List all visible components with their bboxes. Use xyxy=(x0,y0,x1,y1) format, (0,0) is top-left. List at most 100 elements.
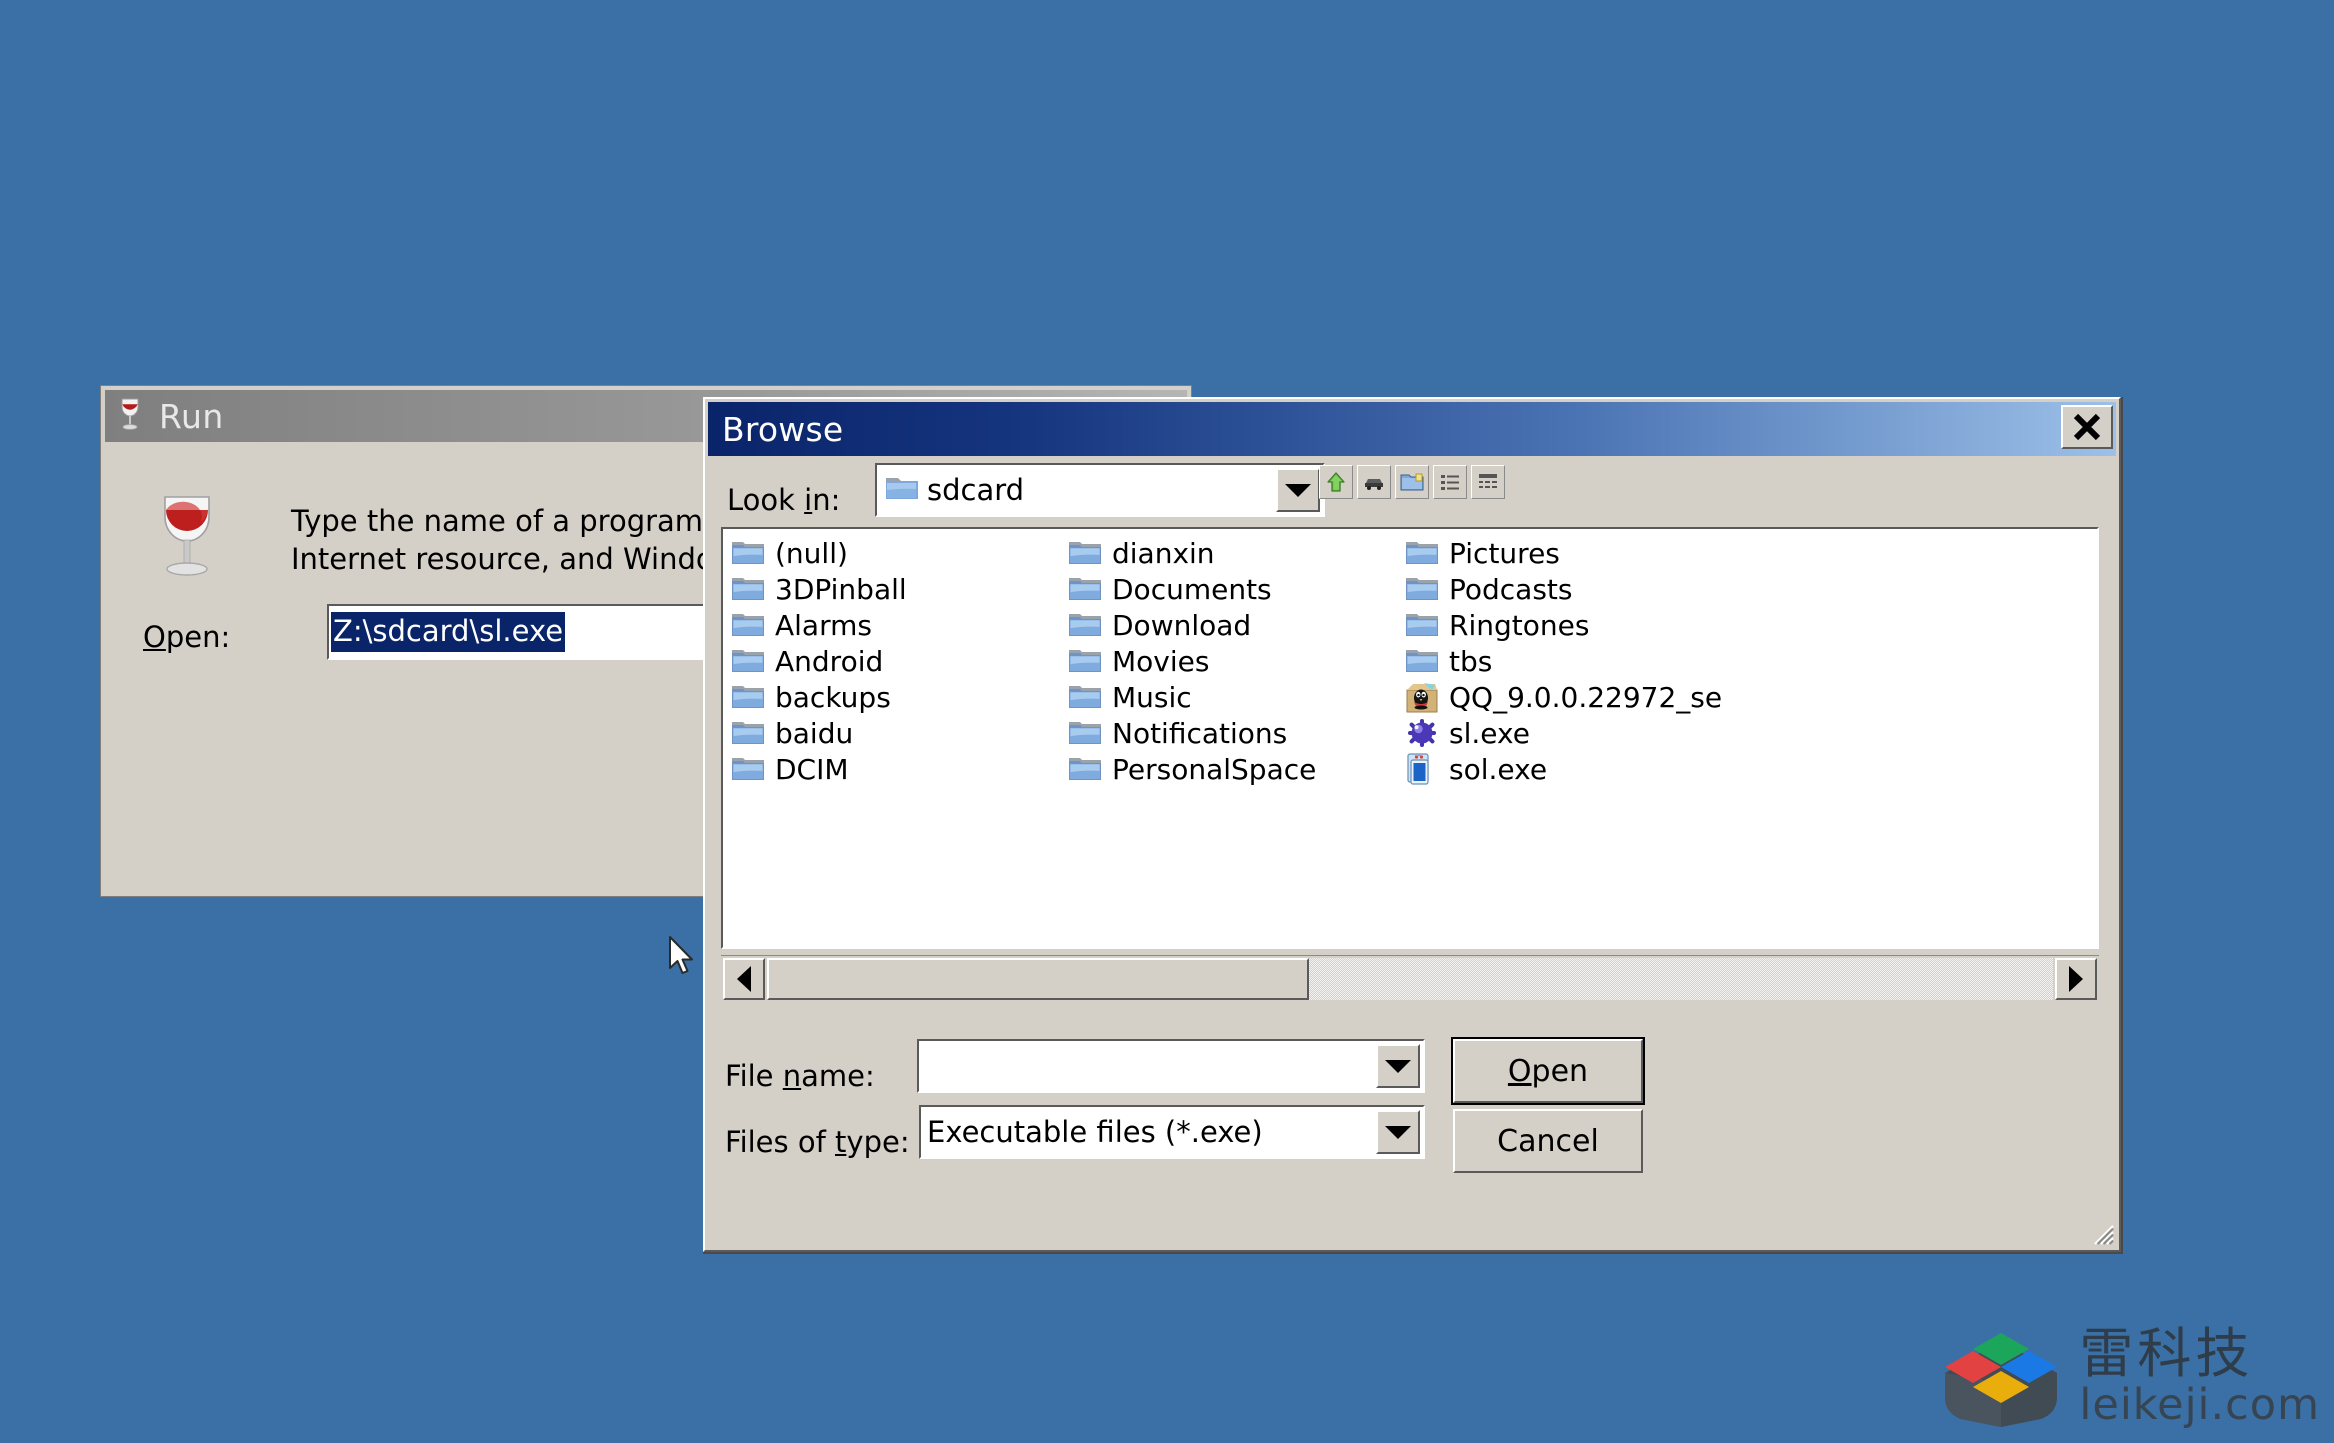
file-list-columns: (null) 3DPinball Alarms Android backups baidu… xyxy=(723,529,2097,947)
look-in-value: sdcard xyxy=(927,473,1025,507)
file-list-item[interactable]: Documents xyxy=(1064,571,1401,607)
file-list-item-label: backups xyxy=(775,680,891,714)
file-list-item[interactable]: sol.exe xyxy=(1401,751,1761,787)
watermark: 雷科技 leikeji.com xyxy=(1937,1319,2320,1435)
file-list-item[interactable]: 3DPinball xyxy=(727,571,1064,607)
folder-icon xyxy=(731,755,767,783)
look-in-combo[interactable]: sdcard xyxy=(875,463,1325,517)
file-list-item[interactable]: Ringtones xyxy=(1401,607,1761,643)
open-button[interactable]: Open xyxy=(1451,1037,1645,1105)
file-list-item[interactable]: Android xyxy=(727,643,1064,679)
folder-icon xyxy=(1068,683,1104,711)
run-title-text: Run xyxy=(159,396,224,436)
scrollbar-thumb[interactable] xyxy=(767,958,1309,1000)
watermark-latin: leikeji.com xyxy=(2079,1379,2320,1430)
file-list-item-label: Podcasts xyxy=(1449,572,1573,606)
solitaire-card-icon xyxy=(1405,752,1441,786)
file-list-item-label: 3DPinball xyxy=(775,572,907,606)
list-view-icon[interactable] xyxy=(1433,465,1467,499)
file-name-label: File name: xyxy=(725,1059,875,1093)
file-list-item-label: Android xyxy=(775,644,884,678)
browse-dialog-window[interactable]: Browse Look in: sdcard (null) 3DPinball … xyxy=(703,397,2121,1252)
file-list-item-label: QQ_9.0.0.22972_se xyxy=(1449,680,1723,714)
file-list-item[interactable]: Download xyxy=(1064,607,1401,643)
mouse-cursor xyxy=(668,935,698,981)
file-list-item[interactable]: Notifications xyxy=(1064,715,1401,751)
chevron-down-icon[interactable] xyxy=(1376,1044,1420,1088)
close-x-glyph xyxy=(2073,413,2101,441)
file-list-item[interactable]: dianxin xyxy=(1064,535,1401,571)
cancel-button[interactable]: Cancel xyxy=(1453,1109,1643,1173)
file-list-item[interactable]: (null) xyxy=(727,535,1064,571)
file-list-item-label: PersonalSpace xyxy=(1112,752,1317,786)
folder-icon xyxy=(1068,647,1104,675)
file-list-item[interactable]: Podcasts xyxy=(1401,571,1761,607)
folder-icon xyxy=(1405,539,1441,567)
file-list-item[interactable]: sl.exe xyxy=(1401,715,1761,751)
watermark-chinese: 雷科技 xyxy=(2079,1322,2254,1386)
folder-icon xyxy=(1068,719,1104,747)
run-open-input-value: Z:\sdcard\sl.exe xyxy=(331,612,566,652)
files-of-type-value: Executable files (*.exe) xyxy=(927,1115,1263,1149)
look-in-label: Look in: xyxy=(727,483,841,517)
file-list-item[interactable]: Movies xyxy=(1064,643,1401,679)
folder-icon xyxy=(1068,539,1104,567)
file-list-item[interactable]: baidu xyxy=(727,715,1064,751)
browse-titlebar[interactable]: Browse xyxy=(708,402,2116,456)
file-list-item-label: (null) xyxy=(775,536,848,570)
file-list-item-label: Documents xyxy=(1112,572,1272,606)
up-one-level-icon[interactable] xyxy=(1319,465,1353,499)
folder-icon xyxy=(731,719,767,747)
folder-icon xyxy=(1068,755,1104,783)
file-list-pane[interactable]: (null) 3DPinball Alarms Android backups baidu… xyxy=(721,527,2099,949)
folder-icon xyxy=(731,647,767,675)
folder-icon xyxy=(1405,647,1441,675)
scrollbar-track[interactable] xyxy=(767,958,2053,1000)
file-list-item[interactable]: Pictures xyxy=(1401,535,1761,571)
file-list-item[interactable]: QQ_9.0.0.22972_se xyxy=(1401,679,1761,715)
file-list-item[interactable]: Music xyxy=(1064,679,1401,715)
scroll-right-icon[interactable] xyxy=(2055,958,2097,1000)
watermark-text: 雷科技 leikeji.com xyxy=(2079,1322,2320,1430)
file-name-input[interactable] xyxy=(917,1039,1425,1093)
files-of-type-select[interactable]: Executable files (*.exe) xyxy=(919,1105,1425,1159)
folder-icon xyxy=(731,683,767,711)
browse-title-text: Browse xyxy=(722,409,844,449)
chevron-down-icon[interactable] xyxy=(1376,1110,1420,1154)
file-list-item-label: Alarms xyxy=(775,608,872,642)
folder-icon xyxy=(1405,575,1441,603)
browse-toolbar[interactable] xyxy=(1319,465,1505,499)
resize-grip[interactable] xyxy=(2089,1220,2115,1246)
file-list-item[interactable]: backups xyxy=(727,679,1064,715)
files-of-type-label: Files of type: xyxy=(725,1125,910,1159)
folder-icon xyxy=(1068,611,1104,639)
leikeji-logo-icon xyxy=(1937,1319,2065,1435)
file-list-item-label: Movies xyxy=(1112,644,1210,678)
wine-glass-icon xyxy=(151,492,223,580)
file-column-1: (null) 3DPinball Alarms Android backups baidu… xyxy=(727,535,1064,947)
last-folder-icon[interactable] xyxy=(1357,465,1391,499)
run-open-label: Open: xyxy=(143,620,231,654)
file-list-item[interactable]: DCIM xyxy=(727,751,1064,787)
file-column-2: dianxin Documents Download Movies Music Notif… xyxy=(1064,535,1401,947)
file-list-item-label: Ringtones xyxy=(1449,608,1590,642)
folder-icon xyxy=(731,611,767,639)
minesweeper-mine-icon xyxy=(1405,717,1441,749)
new-folder-icon[interactable] xyxy=(1395,465,1429,499)
folder-icon xyxy=(1068,575,1104,603)
horizontal-scrollbar[interactable] xyxy=(721,955,2099,1001)
qq-penguin-icon xyxy=(1405,681,1441,713)
chevron-down-icon[interactable] xyxy=(1276,468,1320,512)
folder-icon xyxy=(731,539,767,567)
folder-icon xyxy=(731,575,767,603)
file-list-item-label: tbs xyxy=(1449,644,1493,678)
file-list-item-label: sol.exe xyxy=(1449,752,1548,786)
close-icon[interactable] xyxy=(2061,405,2113,449)
details-view-icon[interactable] xyxy=(1471,465,1505,499)
file-list-item[interactable]: PersonalSpace xyxy=(1064,751,1401,787)
scroll-left-icon[interactable] xyxy=(723,958,765,1000)
wine-glass-icon xyxy=(117,397,143,435)
file-list-item-label: Music xyxy=(1112,680,1192,714)
file-list-item[interactable]: tbs xyxy=(1401,643,1761,679)
file-list-item[interactable]: Alarms xyxy=(727,607,1064,643)
